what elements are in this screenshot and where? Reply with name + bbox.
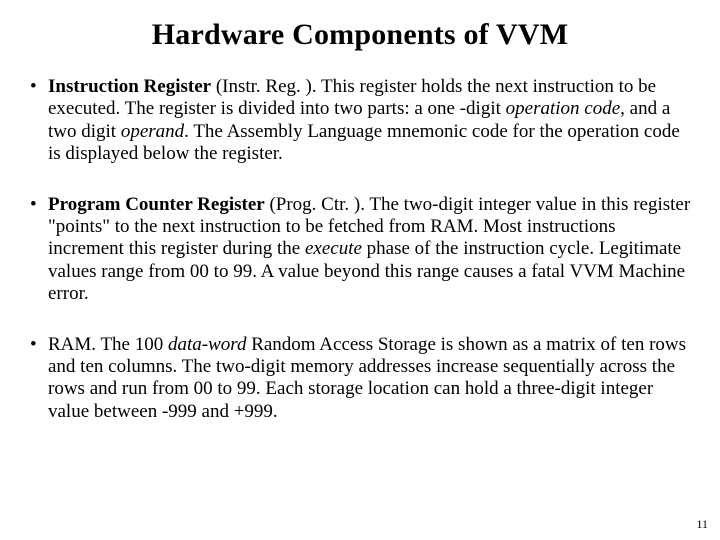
bullet-item: Instruction Register (Instr. Reg. ). Thi… [28,76,692,166]
slide-title: Hardware Components of VVM [28,18,692,52]
lead-term: Instruction Register [48,76,211,97]
italic-term: data-word [168,334,246,355]
bullet-item: RAM. The 100 data-word Random Access Sto… [28,334,692,424]
lead-term: Program Counter Register [48,194,265,215]
page-number: 11 [696,517,708,532]
text: RAM. The 100 [48,334,168,355]
bullet-item: Program Counter Register (Prog. Ctr. ). … [28,194,692,306]
italic-term: operand [121,121,184,142]
italic-term: execute [305,238,362,259]
italic-term: operation code [506,98,621,119]
bullet-list: Instruction Register (Instr. Reg. ). Thi… [28,76,692,423]
